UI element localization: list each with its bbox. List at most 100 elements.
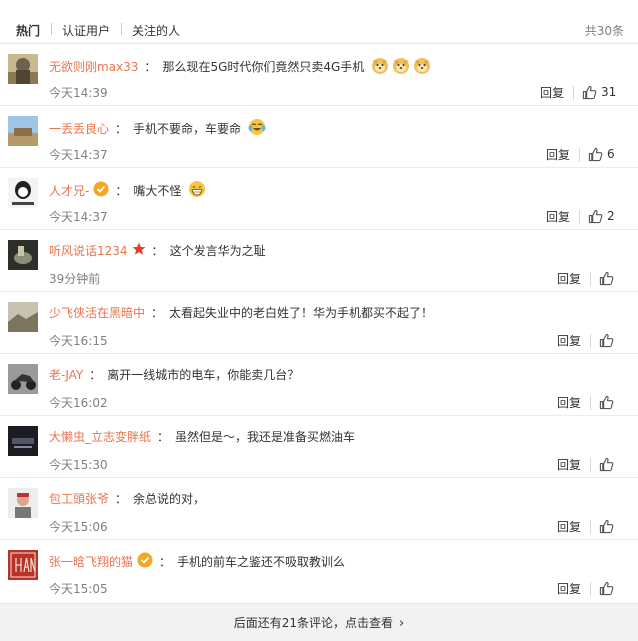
comment-text: 离开一线城市的电车，你能卖几台？ (107, 368, 300, 382)
avatar[interactable] (8, 54, 38, 84)
thumbs-up-icon (582, 85, 597, 99)
comment-time: 今天15:30 (49, 458, 108, 472)
avatar-image (8, 54, 38, 84)
avatar[interactable] (8, 488, 38, 518)
like-button[interactable] (599, 331, 614, 349)
chevron-right-icon: › (399, 616, 405, 631)
avatar-image (8, 364, 38, 394)
reply-button[interactable]: 回复 (557, 396, 581, 410)
reply-button[interactable]: 回复 (540, 86, 564, 100)
thumbs-up-icon (599, 395, 614, 409)
username-link[interactable]: 无欲则刚max33 (49, 60, 138, 74)
thumbs-up-icon (599, 519, 614, 533)
comment-text: 这个发言华为之耻 (169, 244, 266, 258)
comment-item: 大懒虫_立志变胖纸：虽然但是～，我还是准备买燃油车 今天15:30 回复 (0, 416, 638, 478)
avatar-image (8, 178, 38, 208)
thumbs-up-icon (599, 457, 614, 471)
action-divider (590, 396, 591, 410)
avatar-image (8, 426, 38, 456)
reply-button[interactable]: 回复 (557, 520, 581, 534)
thumbs-up-icon (588, 147, 603, 161)
like-button[interactable] (599, 517, 614, 535)
comment-text: 手机的前车之鉴还不吸取教训么 (177, 555, 346, 569)
view-more-label: 后面还有21条评论，点击查看 (233, 616, 394, 630)
comment-item: 人才兄-：嘴大不怪 今天14:37 回复 2 (0, 168, 638, 230)
reply-button[interactable]: 回复 (546, 148, 570, 162)
avatar[interactable] (8, 116, 38, 146)
avatar[interactable] (8, 240, 38, 270)
avatar[interactable] (8, 302, 38, 332)
avatar-image (8, 116, 38, 146)
username-link[interactable]: 包工頭张爷 (49, 492, 109, 506)
like-button[interactable]: 6 (588, 145, 615, 163)
comment-time: 今天14:37 (49, 210, 108, 224)
comment-text: 虽然但是～，我还是准备买燃油车 (175, 430, 356, 444)
comment-time: 今天15:06 (49, 520, 108, 534)
reply-button[interactable]: 回复 (557, 334, 581, 348)
like-button[interactable] (599, 579, 614, 597)
comment-time: 39分钟前 (49, 272, 101, 286)
username-link[interactable]: 张一晗飞翔的猫 (49, 555, 133, 569)
doge-icon (392, 56, 410, 79)
like-button[interactable]: 31 (582, 83, 616, 101)
action-divider (573, 86, 574, 100)
verified-badge-icon (93, 181, 109, 202)
username-link[interactable]: 人才兄- (49, 184, 89, 198)
comment-item: 张一晗飞翔的猫：手机的前车之鉴还不吸取教训么 今天15:05 回复 (0, 540, 638, 602)
reply-button[interactable]: 回复 (557, 272, 581, 286)
action-divider (590, 334, 591, 348)
verified-badge-icon (137, 552, 153, 573)
doge-icon (371, 56, 389, 79)
thumbs-up-icon (599, 581, 614, 595)
like-button[interactable] (599, 455, 614, 473)
reply-button[interactable]: 回复 (546, 210, 570, 224)
avatar[interactable] (8, 364, 38, 394)
username-link[interactable]: 听风说话1234 (49, 244, 128, 258)
comment-text: 太看起失业中的老白姓了！华为手机都买不起了！ (169, 306, 434, 320)
star-badge-icon (132, 242, 146, 261)
thumbs-up-icon (599, 333, 614, 347)
comment-text: 那么现在5G时代你们竟然只卖4G手机 (162, 60, 365, 74)
reply-button[interactable]: 回复 (557, 582, 581, 596)
comment-filter-tabs: 热门 认证用户 关注的人 共30条 (0, 0, 638, 44)
laugh-cry-icon (248, 118, 266, 141)
like-button[interactable]: 2 (588, 207, 615, 225)
avatar[interactable] (8, 550, 38, 580)
tab-verified-users[interactable]: 认证用户 (62, 22, 110, 39)
comment-item: 听风说话1234：这个发言华为之耻 39分钟前 回复 (0, 230, 638, 292)
like-count: 31 (601, 85, 617, 99)
comment-time: 今天16:15 (49, 334, 108, 348)
comment-total-count: 共30条 (584, 24, 624, 38)
like-count: 6 (607, 147, 615, 161)
reply-button[interactable]: 回复 (557, 458, 581, 472)
action-divider (590, 520, 591, 534)
like-button[interactable] (599, 393, 614, 411)
comment-text: 手机不要命，车要命 (133, 122, 242, 136)
tab-divider (51, 23, 52, 35)
username-link[interactable]: 一丢丢良心 (49, 122, 109, 136)
avatar[interactable] (8, 426, 38, 456)
tab-divider (121, 23, 122, 35)
view-more-comments-button[interactable]: 后面还有21条评论，点击查看 › (0, 603, 638, 641)
avatar[interactable] (8, 178, 38, 208)
tab-following[interactable]: 关注的人 (132, 22, 180, 39)
comment-time: 今天14:37 (49, 148, 108, 162)
thumbs-up-icon (599, 271, 614, 285)
doge-icon (413, 56, 431, 79)
avatar-image (8, 488, 38, 518)
avatar-image (8, 240, 38, 270)
username-link[interactable]: 少飞侠活在黑暗中 (49, 306, 145, 320)
action-divider (590, 458, 591, 472)
comment-item: 少飞侠活在黑暗中：太看起失业中的老白姓了！华为手机都买不起了！ 今天16:15 … (0, 292, 638, 354)
grin-icon (188, 180, 206, 203)
avatar-image (8, 550, 38, 580)
comment-time: 今天16:02 (49, 396, 108, 410)
comment-item: 一丢丢良心：手机不要命，车要命 今天14:37 回复 6 (0, 106, 638, 168)
username-link[interactable]: 老-JAY (49, 368, 83, 382)
like-button[interactable] (599, 269, 614, 287)
comment-item: 无欲则刚max33：那么现在5G时代你们竟然只卖4G手机 今天14:39 回复 … (0, 44, 638, 106)
tab-hot[interactable]: 热门 (16, 22, 40, 39)
username-link[interactable]: 大懒虫_立志变胖纸 (49, 430, 151, 444)
avatar-image (8, 302, 38, 332)
comment-time: 今天14:39 (49, 86, 108, 100)
